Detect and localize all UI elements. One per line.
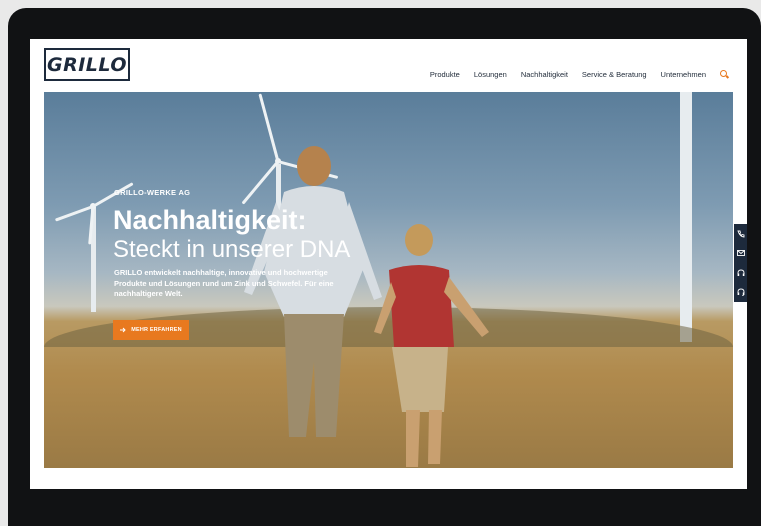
site-header: GRILLO Produkte Lösungen Nachhaltigkeit … (30, 39, 747, 91)
main-nav: Produkte Lösungen Nachhaltigkeit Service… (430, 70, 729, 79)
hero-banner: GRILLO-WERKE AG Nachhaltigkeit: Steckt i… (44, 92, 733, 468)
hero-title: Nachhaltigkeit: (113, 205, 307, 235)
nav-item-unternehmen[interactable]: Unternehmen (661, 70, 706, 79)
hero-subtitle: Steckt in unserer DNA (113, 236, 351, 263)
search-icon[interactable] (720, 70, 729, 79)
nav-item-loesungen[interactable]: Lösungen (474, 70, 507, 79)
nav-item-service-beratung[interactable]: Service & Beratung (582, 70, 647, 79)
mail-icon[interactable] (734, 244, 747, 264)
browser-viewport: GRILLO Produkte Lösungen Nachhaltigkeit … (30, 39, 747, 489)
more-info-button[interactable]: MEHR ERFAHREN (113, 320, 189, 340)
nav-item-nachhaltigkeit[interactable]: Nachhaltigkeit (521, 70, 568, 79)
arrow-right-icon (120, 327, 126, 333)
contact-side-tabs (734, 224, 747, 302)
hero-lead-text: GRILLO entwickelt nachhaltige, innovativ… (114, 268, 334, 298)
support-icon[interactable] (734, 283, 747, 303)
phone-icon[interactable] (734, 224, 747, 244)
logo-text: GRILLO (47, 53, 127, 76)
grillo-logo[interactable]: GRILLO (44, 48, 130, 81)
more-info-label: MEHR ERFAHREN (131, 327, 182, 333)
nav-item-produkte[interactable]: Produkte (430, 70, 460, 79)
headset-icon[interactable] (734, 263, 747, 283)
hero-eyebrow: GRILLO-WERKE AG (114, 188, 191, 197)
